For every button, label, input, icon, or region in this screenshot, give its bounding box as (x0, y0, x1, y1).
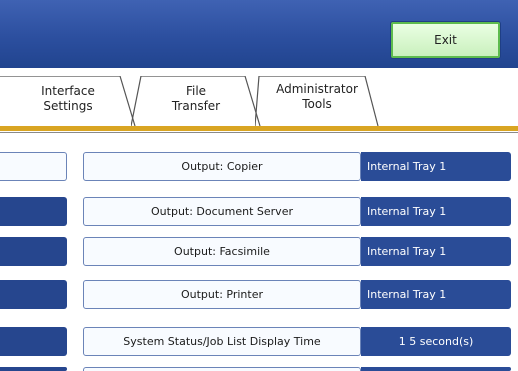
tab-label-line2: Transfer (171, 99, 221, 113)
setting-output-facsimile-value: Internal Tray 1 (361, 237, 511, 266)
setting-output-printer[interactable]: Output: Printer (83, 280, 361, 309)
tab-administrator-tools[interactable]: Administrator Tools (255, 76, 379, 126)
title-bar: Exit (0, 0, 518, 68)
setting-output-copier[interactable]: Output: Copier (83, 152, 361, 181)
exit-button[interactable]: Exit (391, 22, 500, 58)
tab-underline (0, 126, 518, 131)
setting-next-row-value (361, 367, 511, 371)
panel-edge (511, 133, 518, 371)
setting-output-document-server-value: Internal Tray 1 (361, 197, 511, 226)
setting-next-row[interactable] (83, 367, 361, 371)
setting-job-list-display-time-value: 1 5 second(s) (361, 327, 511, 356)
setting-output-document-server[interactable]: Output: Document Server (83, 197, 361, 226)
tab-label-line2: Tools (302, 97, 332, 111)
left-column-item[interactable] (0, 280, 67, 309)
left-column-item[interactable] (0, 327, 67, 356)
tab-label-line2: Settings (43, 99, 93, 113)
tab-interface-settings[interactable]: Interface Settings (0, 76, 136, 126)
tab-label-line1: File (185, 84, 207, 98)
setting-output-printer-value: Internal Tray 1 (361, 280, 511, 309)
setting-output-facsimile[interactable]: Output: Facsimile (83, 237, 361, 266)
left-column-item[interactable] (0, 152, 67, 181)
tab-file-transfer[interactable]: File Transfer (131, 76, 261, 126)
tab-label-line1: Administrator (276, 82, 358, 96)
left-column-item[interactable] (0, 197, 67, 226)
left-column-item[interactable] (0, 237, 67, 266)
left-column-item[interactable] (0, 367, 67, 371)
tab-strip: Interface Settings File Transfer Adminis… (0, 68, 518, 127)
tab-label-line1: Interface (41, 84, 95, 98)
setting-job-list-display-time[interactable]: System Status/Job List Display Time (83, 327, 361, 356)
setting-output-copier-value: Internal Tray 1 (361, 152, 511, 181)
settings-list: Output: Copier Internal Tray 1 Output: D… (0, 133, 518, 371)
